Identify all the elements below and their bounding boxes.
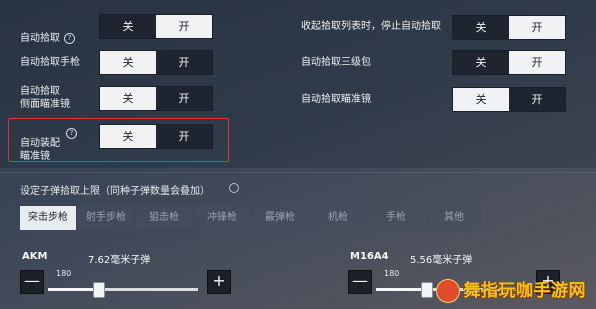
watermark-logo <box>436 279 460 303</box>
gun-name: AKM <box>22 251 48 262</box>
toggle-on-option[interactable]: 开 <box>156 125 212 148</box>
slider-fill <box>48 288 98 291</box>
setting-label-auto-pickup-scope: 自动拾取瞄准镜 <box>301 94 371 105</box>
setting-label-auto-pickup-pistol: 自动拾取手枪 <box>20 57 80 68</box>
toggle-off-option[interactable]: 关 <box>100 51 156 74</box>
setting-label-text: 自动拾取 <box>20 33 60 44</box>
toggle-on-option[interactable]: 开 <box>156 51 212 74</box>
toggle-off-option[interactable]: 关 <box>453 88 509 111</box>
ammo-type: 5.56毫米子弹 <box>410 255 473 266</box>
gun-name: M16A4 <box>350 251 389 262</box>
auto-pickup-toggle[interactable]: 关 开 <box>99 14 213 39</box>
toggle-off-option[interactable]: 关 <box>100 87 156 110</box>
tab-marksman-rifle[interactable]: 射手步枪 <box>78 206 134 230</box>
help-icon[interactable]: ? <box>64 33 75 44</box>
toggle-off-option[interactable]: 关 <box>100 15 156 38</box>
setting-label-stop-auto-pickup: 收起拾取列表时，停止自动拾取 <box>301 21 441 32</box>
help-icon[interactable]: ? <box>66 128 77 139</box>
auto-pickup-side-scope-toggle[interactable]: 关 开 <box>99 86 213 111</box>
toggle-on-option[interactable]: 开 <box>509 88 565 111</box>
tab-smg[interactable]: 冲锋枪 <box>194 206 250 230</box>
auto-pickup-pistol-toggle[interactable]: 关 开 <box>99 50 213 75</box>
toggle-on-option[interactable]: 开 <box>509 51 565 74</box>
watermark-text: 舞指玩咖手游网 <box>463 281 586 301</box>
auto-equip-scope-toggle[interactable]: 关 开 <box>99 124 213 149</box>
auto-pickup-backpack-toggle[interactable]: 关 开 <box>452 50 566 75</box>
decrease-button[interactable]: — <box>348 270 372 294</box>
setting-label-auto-pickup: 自动拾取? <box>20 19 75 45</box>
slider-thumb[interactable] <box>92 282 105 298</box>
toggle-on-option[interactable]: 开 <box>509 16 565 39</box>
setting-label-auto-equip-scope: 自动装配 瞄准镜 <box>20 124 60 163</box>
tab-assault-rifle[interactable]: 突击步枪 <box>20 206 76 230</box>
toggle-off-option[interactable]: 关 <box>453 51 509 74</box>
tab-machine-gun[interactable]: 机枪 <box>310 206 366 230</box>
ammo-limit-value: 180 <box>56 269 72 278</box>
watermark: 舞指玩咖手游网 <box>436 277 592 307</box>
setting-label-auto-pickup-backpack: 自动拾取三级包 <box>301 57 371 68</box>
tab-sniper-rifle[interactable]: 狙击枪 <box>136 206 192 230</box>
toggle-off-option[interactable]: 关 <box>100 125 156 148</box>
tab-pistol[interactable]: 手枪 <box>368 206 424 230</box>
increase-button[interactable]: + <box>207 270 231 294</box>
setting-label-text: 自动装配 瞄准镜 <box>20 138 60 162</box>
tab-shotgun[interactable]: 霰弹枪 <box>252 206 308 230</box>
auto-pickup-scope-toggle[interactable]: 关 开 <box>452 87 566 112</box>
slider-thumb[interactable] <box>420 282 433 298</box>
ammo-type: 7.62毫米子弹 <box>88 255 151 266</box>
decrease-button[interactable]: — <box>20 270 44 294</box>
toggle-on-option[interactable]: 开 <box>156 15 212 38</box>
toggle-off-option[interactable]: 关 <box>453 16 509 39</box>
toggle-on-option[interactable]: 开 <box>156 87 212 110</box>
weapon-tab-bar: 突击步枪 射手步枪 狙击枪 冲锋枪 霰弹枪 机枪 手枪 其他 <box>20 206 482 230</box>
tab-other[interactable]: 其他 <box>426 206 482 230</box>
setting-label-auto-pickup-side-scope: 自动拾取 侧面瞄准镜 <box>20 86 70 110</box>
ammo-slider-track[interactable] <box>48 288 198 291</box>
section-divider <box>0 172 596 173</box>
ammo-limit-value: 180 <box>384 269 400 278</box>
stop-auto-pickup-toggle[interactable]: 关 开 <box>452 15 566 40</box>
slider-fill <box>376 288 426 291</box>
ammo-limit-title: 设定子弹拾取上限（同种子弹数量会叠加） <box>20 186 210 197</box>
info-icon <box>229 183 239 193</box>
